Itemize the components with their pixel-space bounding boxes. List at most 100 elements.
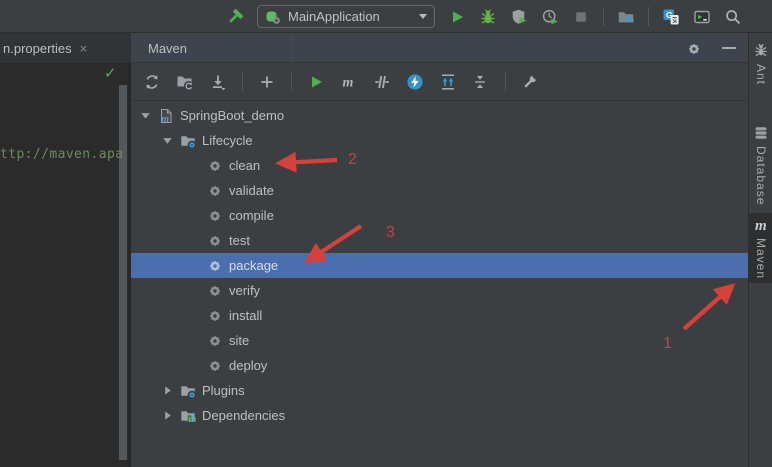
- stripe-tab-ant[interactable]: Ant: [749, 39, 772, 89]
- maven-tool-window: m m SpringBoot_demo Lifecycle clean valid…: [131, 63, 748, 467]
- tree-item-label: Lifecycle: [202, 133, 253, 148]
- hide-panel-icon[interactable]: [722, 47, 736, 49]
- translate-icon[interactable]: G: [662, 8, 680, 26]
- download-icon[interactable]: [209, 73, 227, 91]
- tree-item-label: test: [229, 233, 250, 248]
- run-config-label: MainApplication: [288, 9, 380, 24]
- gear-icon: [207, 183, 223, 199]
- gear-icon: [207, 158, 223, 174]
- search-icon[interactable]: [724, 8, 742, 26]
- stripe-tab-label: Maven: [754, 238, 768, 280]
- stripe-tab-database[interactable]: Database: [749, 121, 772, 209]
- toolbar-separator: [648, 7, 649, 26]
- maven-tool-window-header: Maven: [131, 33, 748, 63]
- tree-item-label: deploy: [229, 358, 268, 373]
- panel-title: Maven: [148, 40, 188, 56]
- toolbar-separator: [505, 72, 506, 91]
- tree-item-label: SpringBoot_demo: [180, 108, 285, 123]
- terminal-icon[interactable]: [693, 8, 711, 26]
- refresh-icon[interactable]: [143, 73, 161, 91]
- tree-item-verify[interactable]: verify: [131, 278, 748, 303]
- editor-tab-bar: n.properties ×: [0, 33, 131, 63]
- build-hammer-icon[interactable]: [226, 8, 244, 26]
- stripe-tab-label: Ant: [754, 64, 768, 86]
- tree-item-test[interactable]: test: [131, 228, 748, 253]
- tree-item-dependencies[interactable]: Dependencies: [131, 403, 748, 428]
- gear-icon: [207, 208, 223, 224]
- tree-item-label: compile: [229, 208, 274, 223]
- tree-item-lifecycle[interactable]: Lifecycle: [131, 128, 748, 153]
- folder-gear-icon: [180, 133, 197, 149]
- gear-icon[interactable]: [685, 40, 703, 58]
- tree-item-compile[interactable]: compile: [131, 203, 748, 228]
- main-toolbar: MainApplication G: [0, 0, 772, 33]
- folder-gear-icon: [180, 383, 197, 399]
- offline-mode-icon[interactable]: [406, 73, 424, 91]
- tree-item-site[interactable]: site: [131, 328, 748, 353]
- debug-icon[interactable]: [479, 8, 497, 26]
- tool-window-stripe: Ant Database m Maven: [748, 33, 772, 467]
- gear-icon: [207, 308, 223, 324]
- toolbar-separator: [291, 72, 292, 91]
- gear-icon: [207, 258, 223, 274]
- inspection-ok-icon: ✓: [104, 64, 117, 82]
- tree-item-plugins[interactable]: Plugins: [131, 378, 748, 403]
- tree-item-label: package: [229, 258, 279, 273]
- expand-all-icon[interactable]: [439, 73, 457, 91]
- tree-item-label: Dependencies: [202, 408, 286, 423]
- svg-text:m: m: [343, 75, 354, 90]
- toolbar-separator: [603, 7, 604, 26]
- sources-folder-icon[interactable]: [176, 73, 194, 91]
- tree-item-label: site: [229, 333, 250, 348]
- tree-item-label: install: [229, 308, 263, 323]
- expand-down-icon[interactable]: [160, 134, 174, 148]
- profiler-icon[interactable]: [541, 8, 559, 26]
- tree-item-validate[interactable]: validate: [131, 178, 748, 203]
- gear-icon: [207, 283, 223, 299]
- editor-scrollbar[interactable]: [119, 85, 127, 460]
- run-icon[interactable]: [307, 73, 325, 91]
- ide-window: MainApplication G n.properties × Maven A…: [0, 0, 772, 467]
- toolbar-separator: [242, 72, 243, 91]
- close-icon[interactable]: ×: [80, 42, 88, 55]
- ant-icon: [753, 43, 769, 59]
- collapse-all-icon[interactable]: [472, 73, 490, 91]
- expand-down-icon[interactable]: [138, 109, 152, 123]
- folder-lib-icon: [180, 408, 196, 424]
- svg-text:m: m: [755, 218, 767, 233]
- tree-item-label: validate: [229, 183, 274, 198]
- maven-toolbar: m: [131, 63, 748, 101]
- run-with-coverage-icon[interactable]: [510, 8, 528, 26]
- chevron-down-icon: [419, 14, 427, 19]
- editor-pane[interactable]: ✓ ttp://maven.apa: [0, 63, 128, 467]
- tree-item-label: Plugins: [202, 383, 245, 398]
- tree-item-clean[interactable]: clean: [131, 153, 748, 178]
- database-icon: [753, 125, 769, 141]
- code-line: ttp://maven.apa: [0, 147, 124, 162]
- expand-right-icon[interactable]: [160, 384, 174, 398]
- stripe-tab-maven[interactable]: m Maven: [749, 213, 772, 284]
- run-icon[interactable]: [448, 8, 466, 26]
- tree-item-install[interactable]: install: [131, 303, 748, 328]
- skip-tests-icon[interactable]: [373, 73, 391, 91]
- expand-right-icon[interactable]: [160, 409, 174, 423]
- plus-icon[interactable]: [258, 73, 276, 91]
- tree-item-springboot-demo[interactable]: m SpringBoot_demo: [131, 103, 748, 128]
- tab-properties-file[interactable]: n.properties ×: [0, 33, 93, 63]
- tab-label: n.properties: [3, 40, 72, 56]
- settings-wrench-icon[interactable]: [521, 73, 539, 91]
- tree-item-package[interactable]: package: [131, 253, 748, 278]
- gear-icon: [207, 233, 223, 249]
- project-folder-icon[interactable]: [617, 8, 635, 26]
- gear-icon: [207, 358, 223, 374]
- stripe-tab-label: Database: [754, 146, 768, 206]
- execute-goal-icon[interactable]: m: [340, 73, 358, 91]
- maven-project-icon: m: [158, 108, 174, 125]
- stop-icon[interactable]: [572, 8, 590, 26]
- maven-m-icon: m: [753, 217, 769, 234]
- run-configuration-select[interactable]: MainApplication: [257, 5, 435, 28]
- tree-item-deploy[interactable]: deploy: [131, 353, 748, 378]
- header-divider: [291, 33, 292, 63]
- gear-icon: [207, 333, 223, 349]
- maven-tree: m SpringBoot_demo Lifecycle clean validat…: [131, 101, 748, 428]
